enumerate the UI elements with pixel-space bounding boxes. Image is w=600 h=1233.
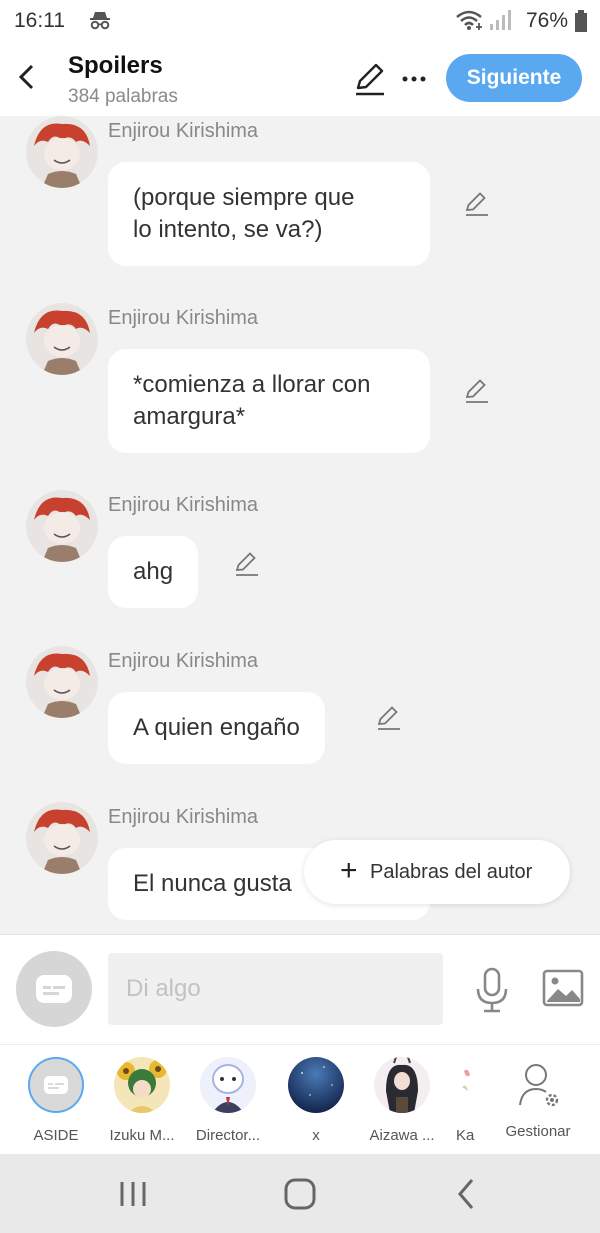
signal-icon (490, 10, 511, 30)
character-label: Aizawa ... (369, 1127, 435, 1144)
pencil-icon (235, 552, 258, 576)
edit-message-button[interactable] (462, 377, 490, 405)
avatar (374, 1057, 430, 1113)
status-time: 16:11 (14, 9, 65, 32)
edit-button[interactable] (352, 62, 386, 96)
status-bar: 16:11 76% (0, 0, 600, 42)
character-label: Ka (456, 1127, 475, 1144)
more-options-button[interactable] (400, 64, 428, 94)
battery-percentage: 76% (526, 9, 569, 32)
author-words-label: Palabras del autor (370, 861, 533, 883)
avatar (114, 1057, 170, 1113)
pencil-icon (465, 379, 488, 403)
character-izuku[interactable]: Izuku M... (100, 1057, 184, 1144)
avatar (28, 1057, 84, 1113)
story-header: Spoilers 384 palabras Siguiente (0, 42, 600, 116)
image-icon (542, 969, 584, 1007)
avatar[interactable] (26, 116, 98, 188)
avatar (288, 1057, 344, 1113)
page-title: Spoilers (68, 52, 163, 79)
edit-message-button[interactable] (232, 550, 260, 578)
character-aizawa[interactable]: Aizawa ... (360, 1057, 444, 1144)
character-label: Gestionar (505, 1123, 571, 1140)
character-x[interactable]: x (274, 1057, 358, 1144)
message-bubble[interactable]: A quien engaño (108, 692, 325, 764)
incognito-icon (90, 12, 110, 30)
message-text: El nunca gusta (133, 870, 292, 897)
avatar[interactable] (26, 802, 98, 874)
pencil-icon (465, 192, 488, 216)
aside-character-avatar[interactable] (16, 951, 92, 1027)
avatar[interactable] (26, 490, 98, 562)
pencil-icon (377, 706, 400, 730)
more-horizontal-icon (402, 76, 426, 82)
composer (0, 934, 600, 1044)
next-button[interactable]: Siguiente (446, 54, 582, 102)
avatar (446, 1057, 474, 1113)
message-input[interactable] (108, 953, 443, 1025)
message-bubble[interactable]: ahg (108, 536, 199, 608)
message-bubble[interactable]: *comienza a llorar con amargura* (108, 349, 430, 453)
word-count: 384 palabras (68, 86, 178, 107)
character-selector: ASIDE Izuku M... Director... x Aizawa ..… (0, 1044, 600, 1154)
message-text: *comienza a llorar con amargura* (133, 371, 371, 430)
message-author: Enjirou Kirishima (108, 494, 259, 516)
character-aside[interactable]: ASIDE (14, 1057, 98, 1144)
microphone-button[interactable] (474, 967, 510, 1013)
message-author: Enjirou Kirishima (108, 650, 259, 672)
message-author: Enjirou Kirishima (108, 120, 259, 142)
plus-icon: + (340, 854, 358, 887)
message-text: (porque siempre que lo intento, se va?) (133, 184, 355, 243)
avatar (200, 1057, 256, 1113)
home-button[interactable] (282, 1176, 318, 1212)
message-bubble[interactable]: (porque siempre que lo intento, se va?) (108, 162, 430, 266)
character-label: Director... (195, 1127, 261, 1144)
edit-message-button[interactable] (374, 704, 402, 732)
image-button[interactable] (542, 969, 584, 1007)
avatar[interactable] (26, 303, 98, 375)
pencil-icon (356, 63, 384, 96)
author-words-button[interactable]: + Palabras del autor (304, 840, 570, 904)
message-text: A quien engaño (133, 714, 300, 741)
edit-message-button[interactable] (462, 190, 490, 218)
message-author: Enjirou Kirishima (108, 307, 259, 329)
battery-icon (575, 10, 587, 32)
character-label: Izuku M... (109, 1127, 175, 1144)
character-label: x (312, 1127, 320, 1144)
manage-characters-button[interactable]: Gestionar (496, 1057, 580, 1140)
wifi-icon (456, 10, 482, 30)
character-ka[interactable]: Ka (446, 1057, 476, 1144)
user-gear-icon (519, 1064, 559, 1107)
microphone-icon (476, 967, 508, 1013)
system-navigation-bar (0, 1154, 600, 1233)
system-back-button[interactable] (452, 1176, 482, 1212)
back-button[interactable] (12, 60, 42, 94)
character-label: ASIDE (33, 1127, 79, 1144)
character-director[interactable]: Director... (186, 1057, 270, 1144)
message-author: Enjirou Kirishima (108, 806, 259, 828)
message-text: ahg (133, 558, 174, 585)
recent-apps-button[interactable] (116, 1178, 150, 1210)
avatar[interactable] (26, 646, 98, 718)
message-list[interactable]: Enjirou Kirishima (porque siempre que lo… (0, 116, 600, 934)
